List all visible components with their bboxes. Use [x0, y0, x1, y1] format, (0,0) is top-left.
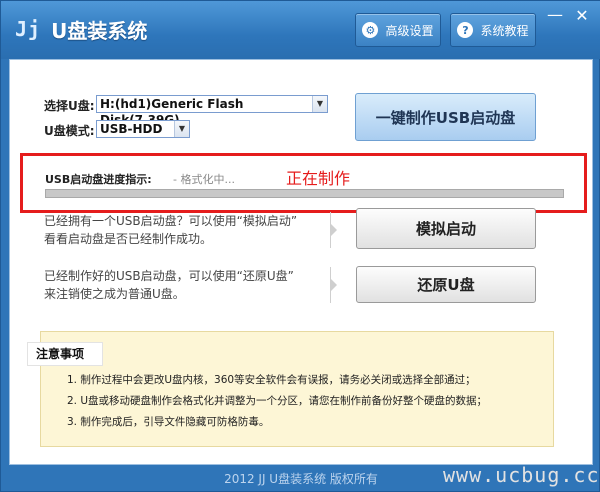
advanced-settings-button[interactable]: ⚙ 高级设置	[355, 13, 441, 47]
chevron-down-icon: ▼	[312, 96, 327, 112]
progress-label: USB启动盘进度指示:	[45, 173, 152, 186]
notice-item: 2. U盘或移动硬盘制作会格式化并调整为一个分区，请您在制作前备份好整个硬盘的数…	[67, 395, 488, 407]
app-logo: Jj U盘装系统	[15, 15, 147, 43]
select-drive-label: 选择U盘:	[44, 99, 95, 113]
restore-description-line: 来注销使之成为普通U盘。	[44, 287, 185, 301]
title-bar: Jj U盘装系统 ⚙ 高级设置 ? 系统教程 — ✕	[1, 1, 600, 59]
main-panel: 选择U盘: H:(hd1)Generic Flash Disk(7.39G) ▼…	[9, 59, 593, 465]
logo-mark: Jj	[15, 17, 42, 41]
simulate-description-line: 看看启动盘是否已经制作成功。	[44, 232, 213, 246]
watermark-text: www.ucbug.cc	[443, 463, 600, 487]
gear-icon: ⚙	[362, 22, 379, 38]
progress-highlight-box: USB启动盘进度指示: - 格式化中... 正在制作	[20, 153, 587, 213]
divider-pointer	[331, 279, 337, 291]
app-title: U盘装系统	[51, 18, 148, 43]
simulate-boot-button[interactable]: 模拟启动	[356, 208, 536, 249]
simulate-description: 已经拥有一个USB启动盘？可以使用“模拟启动” 看看启动盘是否已经制作成功。	[44, 212, 297, 248]
restore-usb-button[interactable]: 还原U盘	[356, 266, 536, 303]
progress-status: - 格式化中...	[173, 173, 235, 186]
notice-item: 1. 制作过程中会更改U盘内核，360等安全软件会有误报，请务必关闭或选择全部通…	[67, 374, 476, 386]
make-usb-boot-button[interactable]: 一键制作USB启动盘	[355, 93, 536, 141]
progress-bar	[45, 189, 564, 198]
restore-description-line: 已经制作好的USB启动盘，可以使用“还原U盘”	[44, 269, 294, 283]
restore-description: 已经制作好的USB启动盘，可以使用“还原U盘” 来注销使之成为普通U盘。	[44, 267, 294, 303]
close-button[interactable]: ✕	[570, 7, 594, 25]
usb-mode-value: USB-HDD	[100, 122, 163, 136]
notice-item: 3. 制作完成后，引导文件隐藏可防格防毒。	[67, 416, 270, 428]
drive-select[interactable]: H:(hd1)Generic Flash Disk(7.39G) ▼	[96, 95, 328, 127]
system-tutorial-label: 系统教程	[480, 23, 529, 38]
question-icon: ?	[457, 22, 474, 38]
divider-pointer	[331, 224, 337, 236]
app-window: Jj U盘装系统 ⚙ 高级设置 ? 系统教程 — ✕ 选择U盘: H:(hd1)…	[0, 0, 600, 492]
notice-panel: 注意事项 1. 制作过程中会更改U盘内核，360等安全软件会有误报，请务必关闭或…	[27, 331, 554, 447]
notice-title: 注意事项	[27, 342, 103, 366]
system-tutorial-button[interactable]: ? 系统教程	[450, 13, 536, 47]
progress-annotation: 正在制作	[286, 169, 351, 188]
advanced-settings-label: 高级设置	[385, 23, 434, 38]
usb-mode-label: U盘模式:	[44, 124, 95, 138]
chevron-down-icon: ▼	[174, 121, 189, 137]
simulate-description-line: 已经拥有一个USB启动盘？可以使用“模拟启动”	[44, 214, 298, 228]
minimize-button[interactable]: —	[544, 7, 566, 25]
usb-mode-select[interactable]: USB-HDD ▼	[96, 120, 190, 138]
